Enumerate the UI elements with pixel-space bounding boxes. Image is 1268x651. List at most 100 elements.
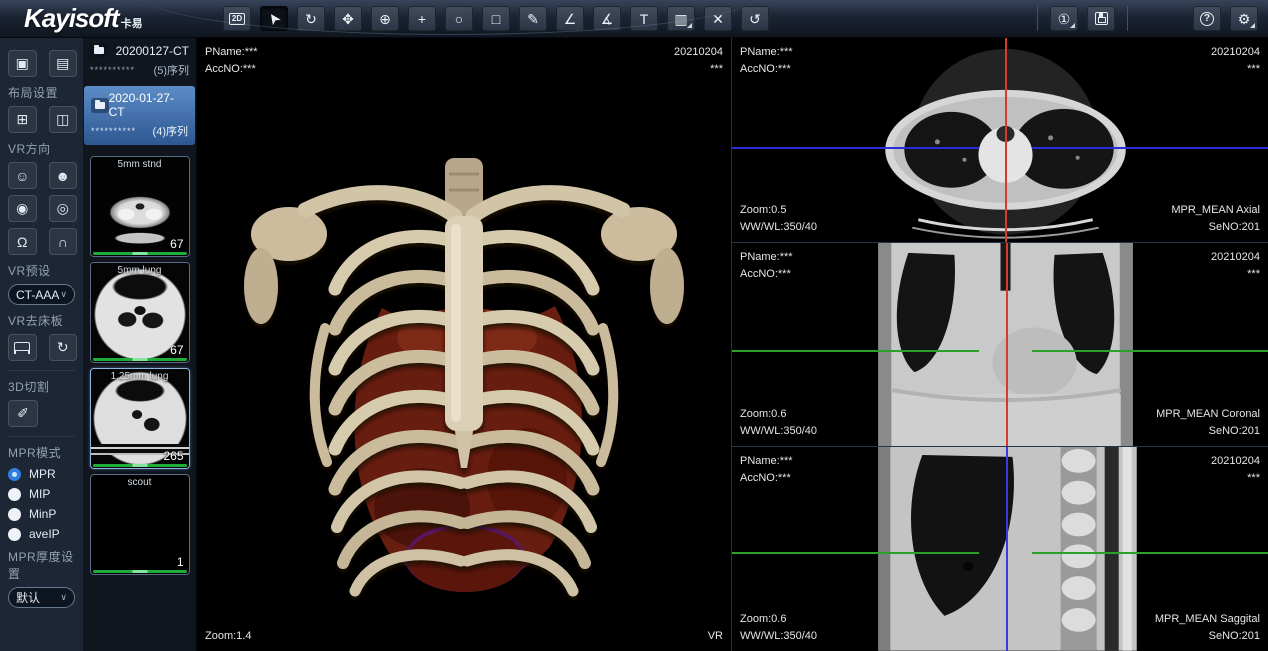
mpr-thickness-select[interactable]: 默认 ∨ <box>8 587 75 608</box>
cobb-angle-tool-button[interactable]: ∡ <box>593 6 621 31</box>
study-masked-id: ********** <box>91 126 136 136</box>
window-level-tool-icon: ▥ <box>674 12 687 26</box>
radio-label: MIP <box>29 487 50 501</box>
sidebar-divider <box>8 436 75 437</box>
radio-label: MPR <box>29 467 56 481</box>
rect-tool-button[interactable]: □ <box>482 6 510 31</box>
sidebar-divider <box>8 370 75 371</box>
mpr-mode-aveip-radio[interactable]: aveIP <box>8 527 77 541</box>
vr-inferior-button[interactable]: ∩ <box>49 228 78 255</box>
view-2d-icon: 2D <box>229 13 245 25</box>
vr-posterior-button[interactable]: ☻ <box>49 162 78 189</box>
series-info-tool-button[interactable]: ① <box>1050 6 1078 31</box>
window-level-tool-button[interactable]: ▥ <box>667 6 695 31</box>
reset-tool-icon: ↺ <box>749 12 761 26</box>
cursor-tool-button[interactable]: ➤ <box>260 6 288 31</box>
vr-preset-select[interactable]: CT-AAA ∨ <box>8 284 75 305</box>
radio-label: aveIP <box>29 527 60 541</box>
coronal-crosshair-h-right[interactable] <box>1032 350 1268 352</box>
vr-viewport[interactable]: PName:*** AccNO:*** 20210204 *** Zoom:1.… <box>197 38 731 651</box>
save-tool-icon <box>1095 12 1108 25</box>
coronal-crosshair-v[interactable] <box>1006 243 1008 447</box>
chevron-down-icon: ∨ <box>60 592 67 603</box>
axial-series-label: MPR_MEAN Axial <box>1171 202 1260 219</box>
cobb-angle-tool-icon: ∡ <box>601 12 614 26</box>
rotate-3d-tool-button[interactable]: ↻ <box>297 6 325 31</box>
coronal-crosshair-h-left[interactable] <box>732 350 979 352</box>
sagittal-wwwl: WW/WL:350/40 <box>740 628 817 645</box>
report-button[interactable]: ▤ <box>49 50 78 77</box>
series-thumbnail[interactable]: scout1 <box>90 474 190 575</box>
vr-date: 20210204 <box>674 44 723 61</box>
sagittal-date: 20210204 <box>1211 453 1260 470</box>
axial-viewport[interactable]: PName:*** AccNO:*** 20210204 *** Zoom:0.… <box>732 38 1268 243</box>
series-info-tool-icon: ① <box>1058 12 1071 26</box>
crosshair-tool-button[interactable]: + <box>408 6 436 31</box>
coronal-date: 20210204 <box>1211 249 1260 266</box>
study-row-2: ********** (5)序列 <box>90 62 189 78</box>
series-thumbnail[interactable]: 1.25mm lung265 <box>90 368 190 469</box>
layout-buttons: ⊞◫ <box>8 106 77 133</box>
measure-line-tool-button[interactable]: ✎ <box>519 6 547 31</box>
reset-bed-icon: ↻ <box>57 339 69 356</box>
sagittal-crosshair-h-left[interactable] <box>732 552 979 554</box>
vr-direction-row: Ω∩ <box>8 228 77 255</box>
ellipse-tool-icon: ○ <box>455 12 463 26</box>
study-item[interactable]: 2020-01-27-CT**********(4)序列 <box>84 86 195 145</box>
mpr-mode-mip-radio[interactable]: MIP <box>8 487 77 501</box>
zoom-tool-button[interactable]: ⊕ <box>371 6 399 31</box>
mpr-mode-minp-radio[interactable]: MinP <box>8 507 77 521</box>
vr-anterior-button[interactable]: ☺ <box>8 162 37 189</box>
vr-right-icon: ◎ <box>57 200 69 217</box>
vr-left-button[interactable]: ◉ <box>8 195 37 222</box>
layout-2x2-button[interactable]: ⊞ <box>8 106 37 133</box>
rect-tool-icon: □ <box>492 12 500 26</box>
vr-right-button[interactable]: ◎ <box>49 195 78 222</box>
mpr-mode-mpr-radio[interactable]: MPR <box>8 467 77 481</box>
vr-posterior-icon: ☻ <box>55 168 70 184</box>
chevron-down-icon: ∨ <box>60 289 67 300</box>
vr-inferior-icon: ∩ <box>58 234 68 250</box>
vr-bed-label: VR去床板 <box>8 312 77 329</box>
sagittal-crosshair-h-right[interactable] <box>1032 552 1268 554</box>
axial-crosshair-h-left[interactable] <box>732 147 979 149</box>
coronal-accno: AccNO:*** <box>740 266 793 283</box>
help-button[interactable]: ? <box>1193 6 1221 31</box>
text-tool-button[interactable]: T <box>630 6 658 31</box>
folder-icon <box>91 98 109 113</box>
vr-anterior-icon: ☺ <box>15 168 29 184</box>
study-series-count: (5)序列 <box>154 62 189 78</box>
vr-superior-icon: Ω <box>17 234 27 250</box>
sagittal-accno: AccNO:*** <box>740 470 793 487</box>
settings-button[interactable]: ⚙ <box>1230 6 1258 31</box>
series-thumbnail[interactable]: 5mm lung67 <box>90 262 190 363</box>
axial-crosshair-v[interactable] <box>1005 38 1007 242</box>
reset-bed-button[interactable]: ↻ <box>49 334 78 361</box>
thumbnail-progress-bar <box>93 358 187 361</box>
coronal-viewport[interactable]: PName:*** AccNO:*** 20210204 *** Zoom:0.… <box>732 243 1268 448</box>
layout-1-2-button[interactable]: ◫ <box>49 106 78 133</box>
delete-tool-button[interactable]: ✕ <box>704 6 732 31</box>
angle-tool-button[interactable]: ∠ <box>556 6 584 31</box>
ellipse-tool-button[interactable]: ○ <box>445 6 473 31</box>
layout-settings-button[interactable]: ▣ <box>8 50 37 77</box>
reset-tool-button[interactable]: ↺ <box>741 6 769 31</box>
sagittal-viewport[interactable]: PName:*** AccNO:*** 20210204 *** Zoom:0.… <box>732 447 1268 651</box>
vr-superior-button[interactable]: Ω <box>8 228 37 255</box>
sagittal-crosshair-v[interactable] <box>1006 447 1008 651</box>
view-2d-button[interactable]: 2D <box>223 6 251 31</box>
thumbnail-progress-bar <box>93 464 187 467</box>
sagittal-stars: *** <box>1211 470 1260 487</box>
study-item[interactable]: 20200127-CT**********(5)序列 <box>83 38 196 84</box>
axial-crosshair-h-right[interactable] <box>1032 147 1268 149</box>
series-thumbnail[interactable]: 5mm stnd67 <box>90 156 190 257</box>
delete-tool-icon: ✕ <box>712 12 724 26</box>
layout-2x2-icon: ⊞ <box>16 111 28 128</box>
cut-3d-button[interactable]: ✐ <box>8 400 38 427</box>
pan-tool-button[interactable]: ✥ <box>334 6 362 31</box>
save-tool-button[interactable] <box>1087 6 1115 31</box>
study-masked-id: ********** <box>90 65 135 75</box>
toolbar-right-group: ?⚙ <box>1193 6 1268 31</box>
sagittal-zoom: Zoom:0.6 <box>740 611 817 628</box>
remove-bed-button[interactable] <box>8 334 37 361</box>
